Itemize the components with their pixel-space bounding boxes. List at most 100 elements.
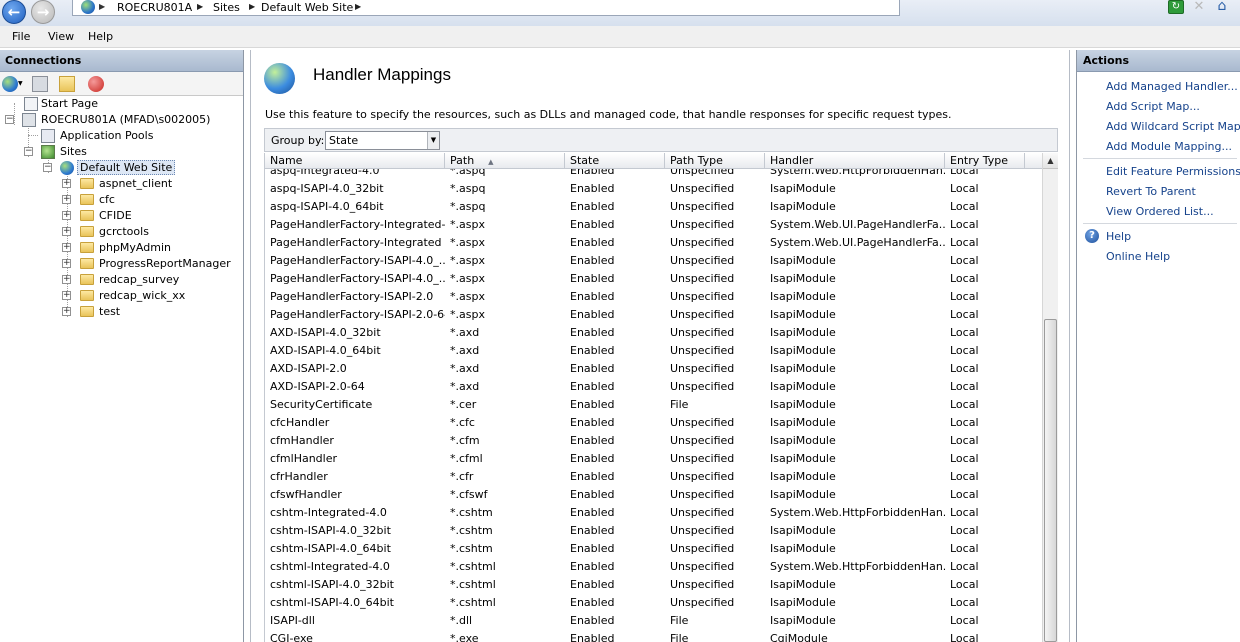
table-row[interactable]: AXD-ISAPI-2.0 *.axd Enabled Unspecified Isap… — [265, 360, 1043, 378]
expand-icon[interactable]: + — [62, 291, 71, 300]
menu-help[interactable]: Help — [88, 30, 113, 43]
collapse-icon[interactable]: − — [5, 115, 14, 124]
group-by-select[interactable]: State ▼ — [325, 131, 440, 150]
add-managed-handler-link[interactable]: Add Managed Handler... — [1106, 80, 1238, 93]
table-row[interactable]: AXD-ISAPI-4.0_32bit *.axd Enabled Unspecifi… — [265, 324, 1043, 342]
expand-icon[interactable]: + — [62, 243, 71, 252]
connect-globe-icon[interactable] — [2, 76, 18, 92]
tree-item-folder[interactable]: + aspnet_client — [0, 176, 240, 192]
collapse-icon[interactable]: − — [43, 163, 52, 172]
edit-feature-permissions-link[interactable]: Edit Feature Permissions... — [1106, 165, 1240, 178]
view-ordered-list-link[interactable]: View Ordered List... — [1106, 205, 1214, 218]
chevron-right-icon[interactable]: ▶ — [99, 2, 105, 11]
tree-item-folder[interactable]: + gcrctools — [0, 224, 240, 240]
tree-item-default-web-site[interactable]: − Default Web Site — [0, 160, 240, 176]
table-row[interactable]: AXD-ISAPI-2.0-64 *.axd Enabled Unspecified I… — [265, 378, 1043, 396]
tree-item-folder[interactable]: + ProgressReportManager — [0, 256, 240, 272]
menu-file[interactable]: File — [12, 30, 30, 43]
back-button[interactable]: ← — [2, 0, 26, 24]
chevron-down-icon[interactable]: ▼ — [18, 76, 24, 92]
help-icon[interactable]: ? — [1085, 229, 1099, 243]
divider — [1083, 158, 1237, 159]
table-row[interactable]: PageHandlerFactory-Integrated *.aspx Enabl… — [265, 234, 1043, 252]
tree-item-folder[interactable]: + redcap_wick_xx — [0, 288, 240, 304]
refresh-icon[interactable]: ↻ — [1168, 0, 1184, 14]
vertical-scrollbar[interactable]: ▲ — [1042, 153, 1058, 642]
menu-view[interactable]: View — [48, 30, 74, 43]
table-row[interactable]: ISAPI-dll *.dll Enabled File IsapiModule Loca… — [265, 612, 1043, 630]
table-row[interactable]: cfmlHandler *.cfml Enabled Unspecified Isapi… — [265, 450, 1043, 468]
tree-item-application-pools[interactable]: Application Pools — [0, 128, 240, 144]
table-row[interactable]: CGI-exe *.exe Enabled File CgiModule Local — [265, 630, 1043, 642]
expand-icon[interactable]: + — [62, 195, 71, 204]
breadcrumb-sites[interactable]: Sites — [213, 1, 240, 14]
add-script-map-link[interactable]: Add Script Map... — [1106, 100, 1200, 113]
table-row[interactable]: cfswfHandler *.cfswf Enabled Unspecified Isa… — [265, 486, 1043, 504]
disconnect-icon[interactable] — [88, 76, 104, 92]
cell-state: Enabled — [570, 596, 615, 609]
column-header-path[interactable]: Path ▲ — [445, 153, 565, 169]
column-header-name[interactable]: Name — [265, 153, 445, 169]
table-row[interactable]: aspq-ISAPI-4.0_32bit *.aspq Enabled Unspeci… — [265, 180, 1043, 198]
expand-icon[interactable]: + — [62, 307, 71, 316]
stop-icon[interactable]: ✕ — [1191, 0, 1207, 14]
table-row[interactable]: PageHandlerFactory-ISAPI-2.0-64 *.aspx Ena… — [265, 306, 1043, 324]
save-icon[interactable] — [32, 76, 48, 92]
add-module-mapping-link[interactable]: Add Module Mapping... — [1106, 140, 1232, 153]
tree-item-server[interactable]: − ROECRU801A (MFAD\s002005) — [0, 112, 240, 128]
cell-path-type: Unspecified — [670, 524, 735, 537]
table-row[interactable]: aspq-Integrated-4.0 *.aspq Enabled Unspecif… — [265, 169, 1043, 180]
tree-item-sites[interactable]: − Sites — [0, 144, 240, 160]
breadcrumb-server[interactable]: ROECRU801A — [117, 1, 192, 14]
help-link[interactable]: Help — [1106, 230, 1131, 243]
online-help-link[interactable]: Online Help — [1106, 250, 1170, 263]
scroll-up-icon[interactable]: ▲ — [1043, 153, 1058, 169]
table-row[interactable]: PageHandlerFactory-ISAPI-4.0_... *.aspx En… — [265, 252, 1043, 270]
table-row[interactable]: cshtm-ISAPI-4.0_64bit *.cshtm Enabled Unspe… — [265, 540, 1043, 558]
scroll-thumb[interactable] — [1044, 319, 1057, 642]
address-field[interactable]: ▶ ROECRU801A ▶ Sites ▶ Default Web Site … — [72, 0, 900, 16]
table-row[interactable]: cshtm-Integrated-4.0 *.cshtm Enabled Unspec… — [265, 504, 1043, 522]
table-row[interactable]: cshtm-ISAPI-4.0_32bit *.cshtm Enabled Unspe… — [265, 522, 1043, 540]
table-row[interactable]: cfmHandler *.cfm Enabled Unspecified IsapiMo… — [265, 432, 1043, 450]
table-row[interactable]: cshtml-ISAPI-4.0_64bit *.cshtml Enabled Uns… — [265, 594, 1043, 612]
revert-to-parent-link[interactable]: Revert To Parent — [1106, 185, 1196, 198]
forward-button[interactable]: → — [31, 0, 55, 24]
expand-icon[interactable]: + — [62, 179, 71, 188]
chevron-right-icon[interactable]: ▶ — [197, 2, 203, 11]
breadcrumb-site[interactable]: Default Web Site — [261, 1, 353, 14]
home-icon[interactable]: ⌂ — [1214, 0, 1230, 14]
chevron-right-icon[interactable]: ▶ — [249, 2, 255, 11]
table-row[interactable]: cfrHandler *.cfr Enabled Unspecified IsapiMo… — [265, 468, 1043, 486]
cell-path: *.aspx — [450, 236, 485, 249]
add-wildcard-script-map-link[interactable]: Add Wildcard Script Map... — [1106, 120, 1240, 133]
tree-item-folder[interactable]: + cfc — [0, 192, 240, 208]
column-header-state[interactable]: State — [565, 153, 665, 169]
tree-item-folder[interactable]: + redcap_survey — [0, 272, 240, 288]
chevron-right-icon[interactable]: ▶ — [355, 2, 361, 11]
expand-icon[interactable]: + — [62, 275, 71, 284]
expand-icon[interactable]: + — [62, 211, 71, 220]
column-header-entry-type[interactable]: Entry Type — [945, 153, 1025, 169]
expand-icon[interactable]: + — [62, 259, 71, 268]
chevron-down-icon[interactable]: ▼ — [427, 132, 439, 149]
table-row[interactable]: PageHandlerFactory-ISAPI-4.0_... *.aspx En… — [265, 270, 1043, 288]
arrow-left-icon: ← — [7, 3, 21, 21]
table-row[interactable]: cfcHandler *.cfc Enabled Unspecified IsapiMo… — [265, 414, 1043, 432]
up-folder-icon[interactable] — [59, 76, 75, 92]
table-row[interactable]: SecurityCertificate *.cer Enabled File Isapi… — [265, 396, 1043, 414]
collapse-icon[interactable]: − — [24, 147, 33, 156]
tree-item-folder[interactable]: + test — [0, 304, 240, 320]
tree-item-start-page[interactable]: Start Page — [0, 96, 240, 112]
table-row[interactable]: PageHandlerFactory-Integrated-... *.aspx E… — [265, 216, 1043, 234]
expand-icon[interactable]: + — [62, 227, 71, 236]
column-header-handler[interactable]: Handler — [765, 153, 945, 169]
tree-item-folder[interactable]: + CFIDE — [0, 208, 240, 224]
table-row[interactable]: aspq-ISAPI-4.0_64bit *.aspq Enabled Unspeci… — [265, 198, 1043, 216]
table-row[interactable]: AXD-ISAPI-4.0_64bit *.axd Enabled Unspecifi… — [265, 342, 1043, 360]
column-header-path-type[interactable]: Path Type — [665, 153, 765, 169]
tree-item-folder[interactable]: + phpMyAdmin — [0, 240, 240, 256]
table-row[interactable]: cshtml-ISAPI-4.0_32bit *.cshtml Enabled Uns… — [265, 576, 1043, 594]
table-row[interactable]: PageHandlerFactory-ISAPI-2.0 *.aspx Enable… — [265, 288, 1043, 306]
table-row[interactable]: cshtml-Integrated-4.0 *.cshtml Enabled Unsp… — [265, 558, 1043, 576]
